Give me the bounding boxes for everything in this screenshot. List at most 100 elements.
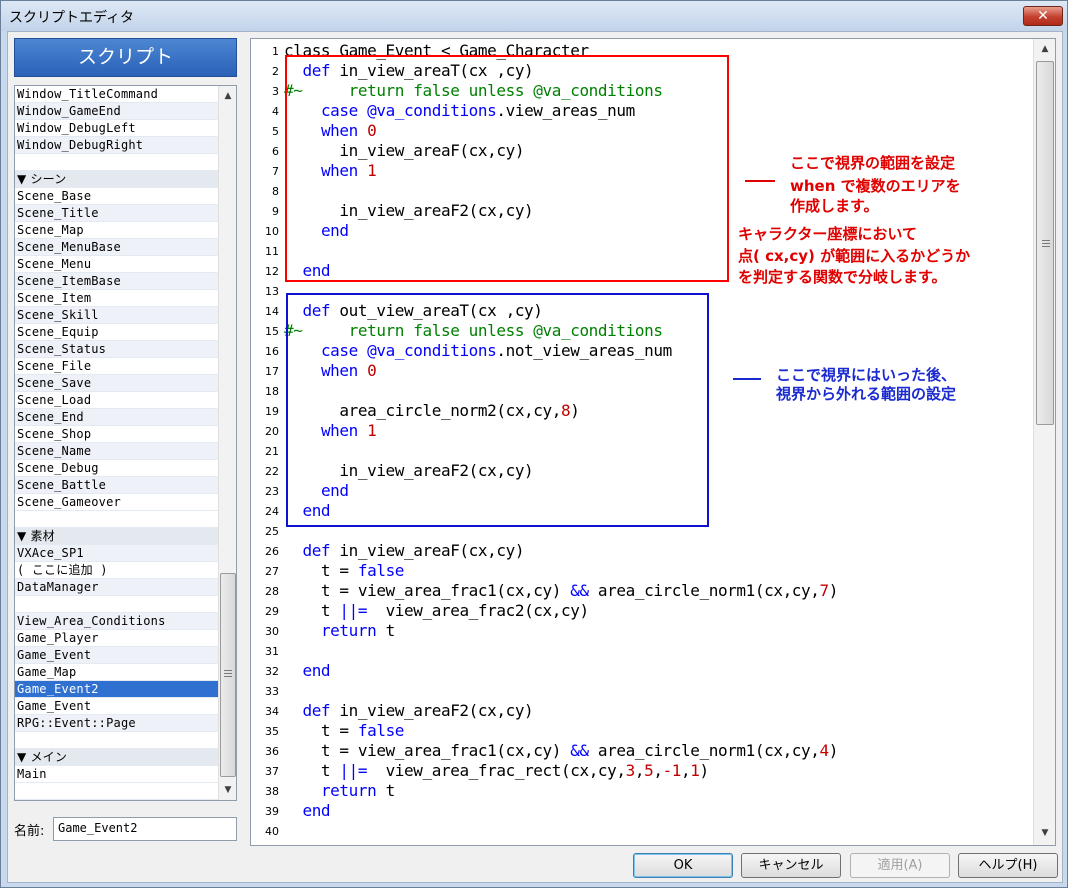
list-item[interactable]: Game_Event2	[15, 681, 218, 698]
code-token: -1	[662, 761, 682, 780]
line-number: 26	[265, 545, 279, 558]
script-list[interactable]: Window_TitleCommand Window_GameEnd Window_…	[14, 85, 237, 801]
list-item[interactable]: Scene_Title	[15, 205, 218, 222]
code-line[interactable]: end	[284, 661, 330, 681]
code-token: return	[320, 621, 377, 640]
line-number: 3	[272, 85, 279, 98]
apply-button[interactable]: 適用(A)	[850, 853, 950, 878]
scroll-down-arrow-icon[interactable]: ▼	[219, 782, 237, 798]
code-token: )	[828, 581, 839, 600]
code-line[interactable]: t = false	[284, 721, 405, 741]
grip-line	[224, 676, 232, 677]
line-number: 33	[265, 685, 279, 698]
red-annotation-line: を判定する関数で分岐します。	[738, 268, 947, 286]
code-line[interactable]: def in_view_areaF(cx,cy)	[284, 541, 524, 561]
grip-line	[1042, 246, 1050, 247]
list-item[interactable]: Scene_Debug	[15, 460, 218, 477]
list-item[interactable]: Scene_Equip	[15, 324, 218, 341]
editor-scrollbar[interactable]: ▲ ▼	[1033, 39, 1055, 845]
list-item[interactable]: Scene_Save	[15, 375, 218, 392]
list-item[interactable]: Scene_Base	[15, 188, 218, 205]
list-item[interactable]: Scene_Load	[15, 392, 218, 409]
code-line[interactable]: t ||= view_area_frac_rect(cx,cy,3,5,-1,1…	[284, 761, 709, 781]
list-item[interactable]: Window_DebugRight	[15, 137, 218, 154]
list-item[interactable]: Game_Event	[15, 698, 218, 715]
list-item	[15, 596, 218, 613]
list-item[interactable]: Scene_End	[15, 409, 218, 426]
list-item	[15, 783, 218, 800]
code-line[interactable]: return t	[284, 781, 395, 801]
script-list-scrollbar[interactable]: ▲ ▼	[218, 86, 236, 800]
editor-scroll-thumb[interactable]	[1036, 61, 1054, 425]
list-item[interactable]: Game_Map	[15, 664, 218, 681]
list-item[interactable]: Main	[15, 766, 218, 783]
code-token: ,	[653, 761, 663, 780]
list-item[interactable]: RPG::Event::Page	[15, 715, 218, 732]
list-item[interactable]: View_Area_Conditions	[15, 613, 218, 630]
line-number: 2	[272, 65, 279, 78]
list-item[interactable]: Window_GameEnd	[15, 103, 218, 120]
code-token: t =	[284, 561, 358, 580]
list-item[interactable]: Scene_Item	[15, 290, 218, 307]
blue-annotation-dash	[733, 378, 761, 380]
code-token: t =	[284, 721, 358, 740]
red-annotation-line: 点( cx,cy) が範囲に入るかどうか	[738, 247, 971, 265]
code-line[interactable]: t = false	[284, 561, 405, 581]
list-item[interactable]: Scene_Shop	[15, 426, 218, 443]
line-number: 1	[272, 45, 279, 58]
code-token: &&	[570, 741, 589, 760]
line-number: 11	[265, 245, 279, 258]
list-item[interactable]: Window_DebugLeft	[15, 120, 218, 137]
line-number: 8	[272, 185, 279, 198]
list-item[interactable]: Scene_Gameover	[15, 494, 218, 511]
list-item[interactable]: Scene_Menu	[15, 256, 218, 273]
list-item[interactable]: Scene_Skill	[15, 307, 218, 324]
line-number: 34	[265, 705, 279, 718]
list-item[interactable]: Game_Event	[15, 647, 218, 664]
list-item[interactable]: ( ここに追加 )	[15, 562, 218, 579]
code-line[interactable]: t ||= view_area_frac2(cx,cy)	[284, 601, 589, 621]
list-item[interactable]: Window_TitleCommand	[15, 86, 218, 103]
list-item[interactable]: Scene_MenuBase	[15, 239, 218, 256]
list-item[interactable]: Scene_File	[15, 358, 218, 375]
code-token: 7	[819, 581, 830, 600]
scroll-down-arrow-icon[interactable]: ▼	[1036, 825, 1054, 841]
code-line[interactable]: def in_view_areaF2(cx,cy)	[284, 701, 533, 721]
code-token: )	[828, 741, 839, 760]
close-button[interactable]: ✕	[1023, 6, 1063, 26]
code-token: end	[302, 801, 331, 820]
list-item[interactable]: Scene_Map	[15, 222, 218, 239]
line-number: 20	[265, 425, 279, 438]
code-token: area_circle_norm1(cx,cy,	[588, 741, 820, 760]
line-number: 24	[265, 505, 279, 518]
scroll-up-arrow-icon[interactable]: ▲	[219, 88, 237, 104]
scroll-up-arrow-icon[interactable]: ▲	[1036, 41, 1054, 57]
code-line[interactable]: t = view_area_frac1(cx,cy) && area_circl…	[284, 741, 838, 761]
grip-line	[1042, 243, 1050, 244]
script-list-scroll-thumb[interactable]	[220, 573, 236, 777]
code-line[interactable]: t = view_area_frac1(cx,cy) && area_circl…	[284, 581, 838, 601]
blue-highlight-box	[286, 293, 709, 527]
list-item[interactable]: Game_Player	[15, 630, 218, 647]
code-token: def	[302, 701, 331, 720]
list-item	[15, 154, 218, 171]
code-token: t	[376, 621, 396, 640]
line-number: 38	[265, 785, 279, 798]
title-bar[interactable]: スクリプトエディタ ✕	[1, 1, 1067, 31]
ok-button[interactable]: OK	[633, 853, 733, 878]
list-item[interactable]: DataManager	[15, 579, 218, 596]
list-item[interactable]: Scene_Name	[15, 443, 218, 460]
name-input[interactable]: Game_Event2	[53, 817, 237, 841]
list-item[interactable]: Scene_ItemBase	[15, 273, 218, 290]
cancel-button[interactable]: キャンセル	[741, 853, 841, 878]
list-item[interactable]: Scene_Status	[15, 341, 218, 358]
line-number-gutter: 1 2 3 4 5 6 7 8 9 10 11 12 13 14 15 16 17 18 19 20 21 22 23 24 2…	[251, 39, 281, 845]
code-line[interactable]: return t	[284, 621, 395, 641]
help-button[interactable]: ヘルプ(H)	[958, 853, 1058, 878]
code-line[interactable]: end	[284, 801, 330, 821]
list-item[interactable]: Scene_Battle	[15, 477, 218, 494]
list-item[interactable]: VXAce_SP1	[15, 545, 218, 562]
line-number: 19	[265, 405, 279, 418]
